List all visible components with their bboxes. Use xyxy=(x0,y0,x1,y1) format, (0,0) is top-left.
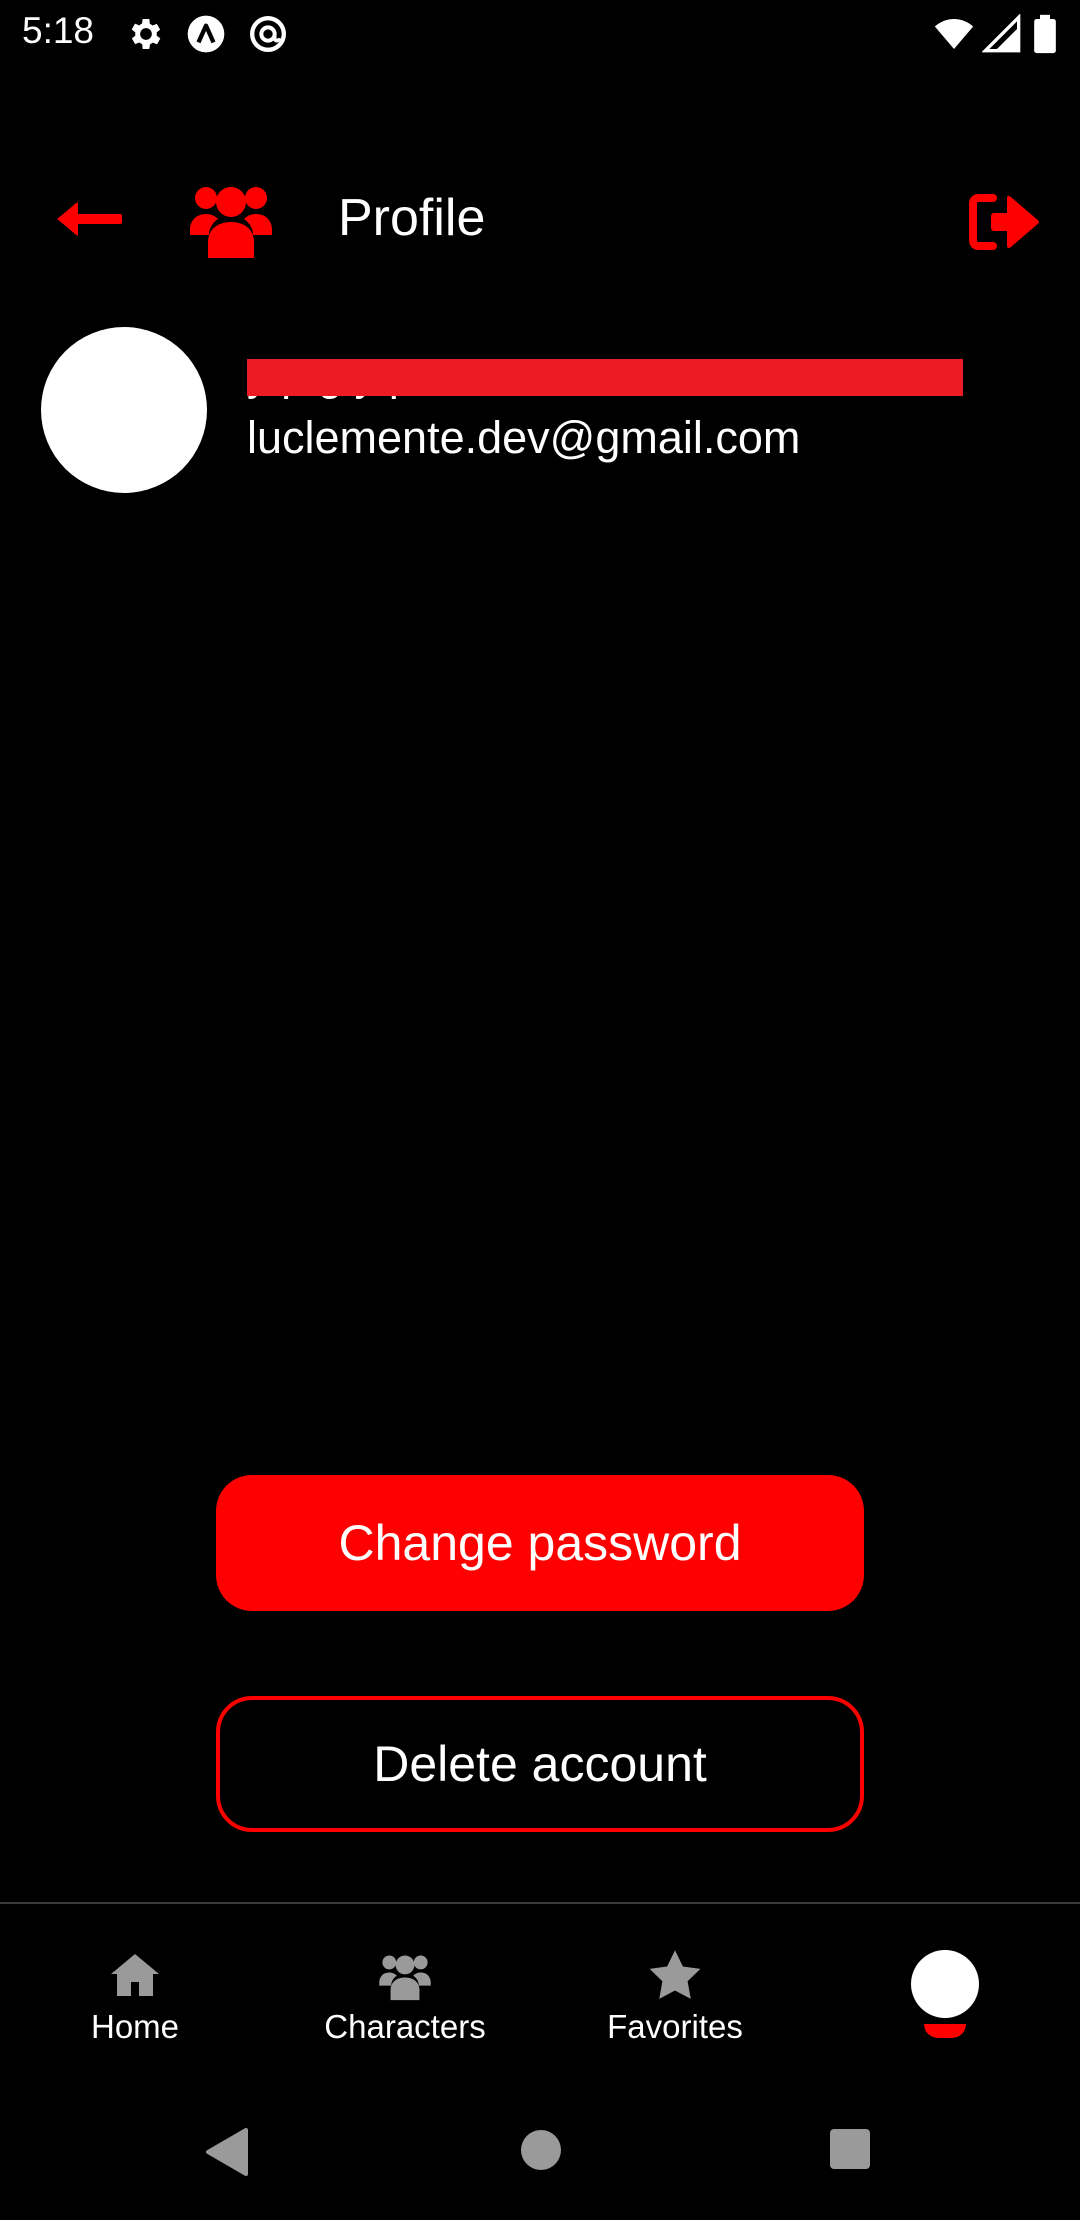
at-sign-icon xyxy=(250,16,286,52)
logout-button[interactable] xyxy=(962,186,1044,258)
status-bar: 5:18 xyxy=(0,0,1080,66)
wifi-icon xyxy=(934,19,974,49)
nav-label-characters: Characters xyxy=(324,2008,486,2045)
change-password-button[interactable]: Change password xyxy=(216,1475,864,1611)
profile-icon xyxy=(911,1950,979,2018)
app-a-icon xyxy=(187,15,225,53)
active-indicator xyxy=(924,2024,966,2038)
back-button[interactable] xyxy=(48,184,132,254)
signal-icon xyxy=(982,14,1021,53)
group-icon xyxy=(190,187,272,258)
redaction-bar xyxy=(247,359,963,396)
home-icon xyxy=(108,1950,162,2000)
nav-item-characters[interactable]: Characters xyxy=(270,1904,540,2074)
arrow-left-icon xyxy=(57,202,122,236)
group-icon xyxy=(378,1950,432,2001)
system-nav-bar xyxy=(0,2080,1080,2220)
nav-label-home: Home xyxy=(90,2008,180,2045)
recents-icon[interactable] xyxy=(829,2128,871,2170)
home-circle-icon[interactable] xyxy=(519,2128,563,2172)
app-bar: Profile xyxy=(0,160,1080,280)
back-icon[interactable] xyxy=(204,2128,248,2176)
delete-account-button[interactable]: Delete account xyxy=(216,1696,864,1832)
profile-screen: 5:18 Profile luclemente.dev@gmail.com Ch… xyxy=(0,0,1080,2220)
avatar xyxy=(41,327,207,493)
status-time: 5:18 xyxy=(22,10,95,51)
nav-label-favorites: Favorites xyxy=(607,2008,743,2045)
nav-item-profile[interactable] xyxy=(810,1904,1080,2074)
bottom-nav: Home Characters Favorites xyxy=(0,1904,1080,2074)
gear-icon xyxy=(131,19,161,49)
star-icon xyxy=(648,1950,702,2000)
nav-item-home[interactable]: Home xyxy=(0,1904,270,2074)
profile-email: luclemente.dev@gmail.com xyxy=(247,412,801,463)
sign-out-icon xyxy=(969,194,1039,250)
battery-icon xyxy=(1034,14,1056,54)
page-title: Profile xyxy=(338,189,486,247)
nav-item-favorites[interactable]: Favorites xyxy=(540,1904,810,2074)
